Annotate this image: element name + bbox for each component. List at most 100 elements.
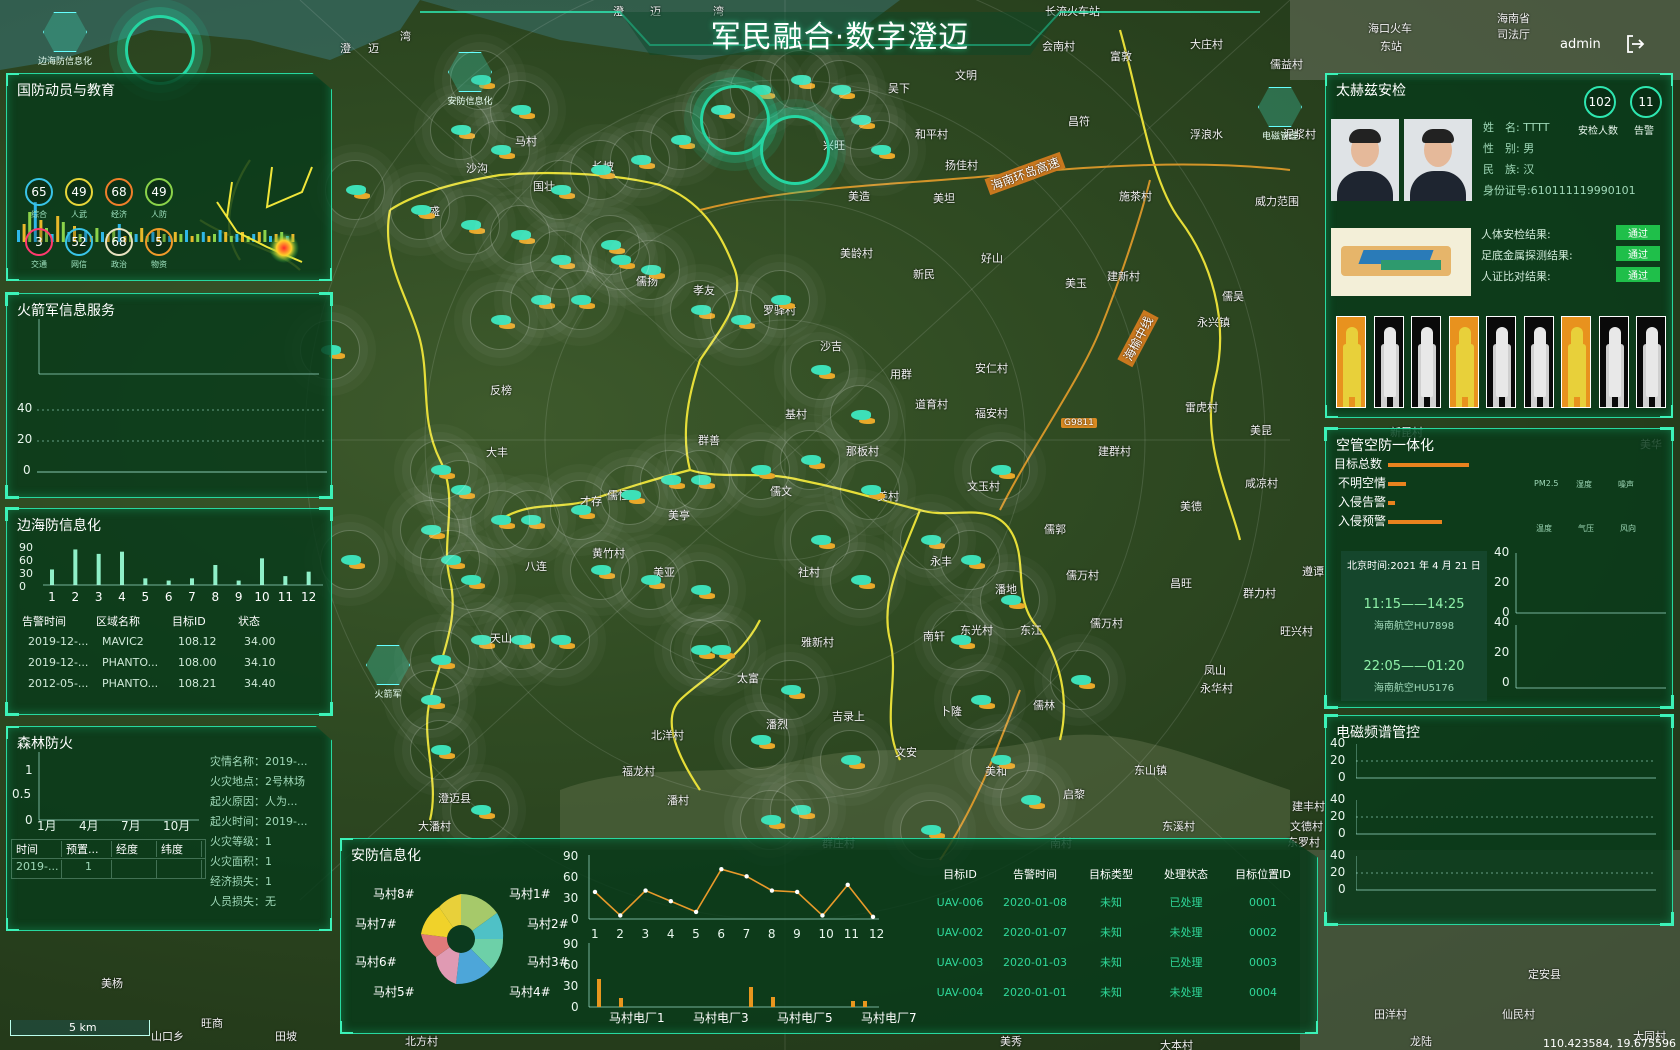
- table-cell: 108.00: [178, 656, 217, 669]
- radar-marker[interactable]: [980, 570, 1040, 630]
- pass-badge[interactable]: 通过: [1616, 225, 1660, 240]
- map-module-button[interactable]: 火箭军: [358, 645, 418, 705]
- radar-marker[interactable]: [670, 560, 730, 620]
- map-module-button[interactable]: 边海防信息化: [35, 12, 95, 72]
- indicator-ring[interactable]: 3: [25, 228, 53, 256]
- indicator-ring[interactable]: 68: [105, 178, 133, 206]
- drone-icon: [801, 455, 821, 465]
- radar-marker[interactable]: [820, 730, 880, 790]
- pass-badge[interactable]: 通过: [1616, 246, 1660, 261]
- radar-marker[interactable]: [590, 230, 650, 290]
- body-silhouette-icon: [1608, 327, 1621, 397]
- line-point: [719, 867, 724, 872]
- env-indicator[interactable]: 风向: [1620, 523, 1636, 534]
- indicator-ring[interactable]: 49: [65, 178, 93, 206]
- radar-marker[interactable]: [325, 160, 385, 220]
- person-info-line: 姓 名: TTTT: [1483, 121, 1550, 134]
- scan-frame[interactable]: [1411, 316, 1441, 408]
- radar-marker[interactable]: [1000, 770, 1060, 830]
- scan-frame[interactable]: [1373, 316, 1404, 408]
- border-bar: [306, 571, 311, 585]
- air-stat-bar: [1388, 501, 1396, 505]
- radar-marker[interactable]: [760, 660, 820, 720]
- table-row[interactable]: UAV-003 2020-01-03 未知 已处理 0003: [923, 947, 1313, 977]
- table-row[interactable]: 2019-... 1: [11, 859, 206, 879]
- table-cell: 0003: [1249, 955, 1277, 969]
- radar-marker[interactable]: [410, 720, 470, 780]
- check-result-label: 人体安检结果:: [1481, 228, 1551, 241]
- radar-marker[interactable]: [790, 510, 850, 570]
- scan-frame[interactable]: [1598, 316, 1629, 408]
- table-row[interactable]: 2012-05-... PHANTO... 108.21 34.40: [22, 673, 322, 694]
- table-row[interactable]: UAV-002 2020-01-07 未知 未处理 0002: [923, 917, 1313, 947]
- table-row[interactable]: UAV-004 2020-01-01 未知 未处理 0004: [923, 977, 1313, 1007]
- flight-time[interactable]: 22:05——01:20: [1341, 659, 1487, 674]
- panel-security: 安防信息化 马村8# 马村7# 马村6# 马村5# 马村1# 马村2# 马村3# 马村4# 9…: [340, 837, 1318, 1034]
- map-place-label: 田坡: [275, 1030, 297, 1043]
- em-empty-chart: [1356, 856, 1656, 891]
- scan-frame[interactable]: [1523, 316, 1554, 408]
- radar-marker[interactable]: [1050, 650, 1110, 710]
- radar-sweep-icon[interactable]: [760, 115, 830, 185]
- radar-marker[interactable]: [950, 670, 1010, 730]
- map-place-label: 威力范围: [1255, 195, 1299, 208]
- check-count-ring: 102: [1584, 86, 1616, 118]
- indicator-ring[interactable]: 5: [145, 228, 173, 256]
- radar-marker[interactable]: [970, 440, 1030, 500]
- scan-frame[interactable]: [1336, 316, 1366, 408]
- env-indicator[interactable]: 噪声: [1618, 479, 1634, 490]
- map-place-label: 雷虎村: [1185, 401, 1218, 414]
- indicator-ring[interactable]: 52: [65, 228, 93, 256]
- y-tick: 20: [1494, 575, 1510, 589]
- env-indicator[interactable]: 温度: [1536, 523, 1552, 534]
- radar-marker[interactable]: [930, 610, 990, 670]
- radar-marker[interactable]: [690, 620, 750, 680]
- radar-marker[interactable]: [730, 710, 790, 770]
- drone-icon: [711, 645, 731, 655]
- x-tick: 11: [278, 590, 293, 604]
- map-module-button[interactable]: 电磁管理: [1250, 87, 1310, 147]
- table-cell: 2020-01-03: [1003, 955, 1067, 969]
- logout-icon[interactable]: [1624, 33, 1646, 55]
- pass-badge[interactable]: 通过: [1616, 267, 1660, 282]
- x-tick: 7: [188, 590, 196, 604]
- scan-frame[interactable]: [1561, 316, 1591, 408]
- table-cell: 未知: [1100, 956, 1122, 969]
- radar-marker[interactable]: [840, 460, 900, 520]
- table-row[interactable]: UAV-006 2020-01-08 未知 已处理 0001: [923, 887, 1313, 917]
- flight-time[interactable]: 11:15——14:25: [1341, 597, 1487, 612]
- table-cell: 已处理: [1169, 956, 1203, 969]
- radar-marker[interactable]: [830, 385, 890, 445]
- rocket-empty-chart-bottom: [37, 409, 327, 473]
- indicator-ring[interactable]: 49: [145, 178, 173, 206]
- user-name[interactable]: admin: [1560, 37, 1601, 52]
- scan-frame[interactable]: [1486, 316, 1516, 408]
- env-indicator[interactable]: PM2.5: [1534, 479, 1558, 488]
- radar-marker[interactable]: [530, 610, 590, 670]
- scan-frame[interactable]: [1448, 316, 1479, 408]
- x-tick: 10: [818, 927, 834, 941]
- table-row[interactable]: 2019-12-... MAVIC2 108.12 34.00: [22, 631, 322, 652]
- indicator-ring[interactable]: 65: [25, 178, 53, 206]
- air-stat-bar: [1388, 482, 1406, 486]
- radar-marker[interactable]: [410, 630, 470, 690]
- radar-marker[interactable]: [410, 440, 470, 500]
- radar-marker[interactable]: [850, 120, 910, 180]
- line-series: [594, 868, 874, 918]
- radar-marker[interactable]: [440, 550, 500, 610]
- env-indicator[interactable]: 湿度: [1576, 479, 1592, 490]
- env-indicator[interactable]: 气压: [1578, 523, 1594, 534]
- map-place-label: 儒万村: [1066, 569, 1099, 582]
- y-tick: 40: [1330, 792, 1346, 806]
- radar-marker[interactable]: [730, 440, 790, 500]
- radar-marker[interactable]: [550, 480, 610, 540]
- radar-marker[interactable]: [780, 430, 840, 490]
- line-point: [870, 914, 876, 920]
- scan-frame[interactable]: [1636, 316, 1666, 408]
- indicator-ring[interactable]: 68: [105, 228, 133, 256]
- line-point: [643, 888, 648, 893]
- radar-marker[interactable]: [750, 270, 810, 330]
- drone-icon: [661, 475, 681, 485]
- table-row[interactable]: 2019-12-... PHANTO... 108.00 34.10: [22, 652, 322, 673]
- radar-marker[interactable]: [450, 780, 510, 840]
